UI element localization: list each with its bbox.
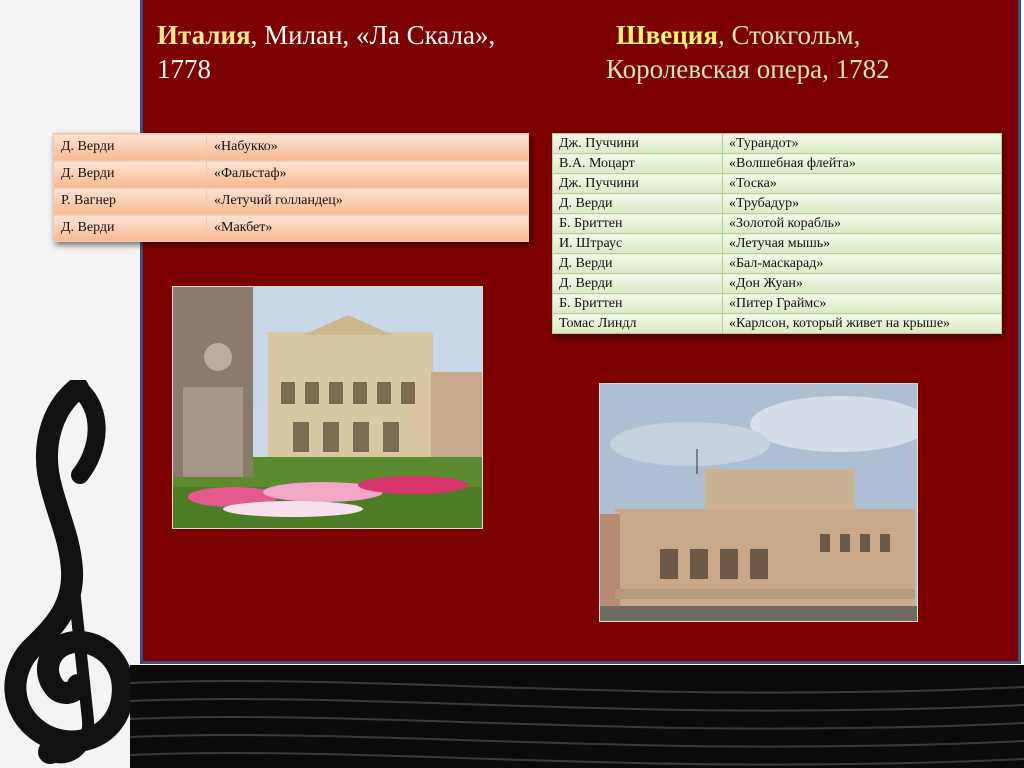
sweden-composer-cell: Б. Бриттен	[552, 293, 723, 314]
sweden-opera-cell: «Турандот»	[722, 133, 1002, 154]
sweden-row: Д. Верди «Трубадур»	[552, 193, 1002, 214]
title-italy-rest: , Милан, «Ла Скала»,	[250, 20, 496, 50]
sweden-composer-cell: Дж. Пуччини	[552, 133, 723, 154]
italy-row: Д. Верди «Макбет»	[53, 214, 529, 242]
sweden-row: Дж. Пуччини «Тоска»	[552, 173, 1002, 194]
country-italy: Италия	[157, 20, 251, 50]
sweden-composer-cell: Д. Верди	[552, 273, 723, 294]
sweden-opera-cell: «Питер Граймс»	[722, 293, 1002, 314]
italy-composer-cell: Р. Вагнер	[53, 187, 207, 215]
sweden-opera-table: Дж. Пуччини «Турандот» В.А. Моцарт «Волшебн…	[552, 133, 1002, 334]
sweden-row: В.А. Моцарт «Волшебная флейта»	[552, 153, 1002, 174]
sweden-composer-cell: Томас Линдл	[552, 313, 723, 334]
sweden-row: Д. Верди «Бал-маскарад»	[552, 253, 1002, 274]
sweden-composer-cell: И. Штраус	[552, 233, 723, 254]
italy-opera-cell: «Фальстаф»	[206, 160, 529, 188]
sweden-composer-cell: В.А. Моцарт	[552, 153, 723, 174]
sweden-opera-cell: «Тоска»	[722, 173, 1002, 194]
stockholm-royal-opera-photo	[599, 383, 918, 622]
sweden-opera-cell: «Золотой корабль»	[722, 213, 1002, 234]
italy-opera-cell: «Набукко»	[206, 133, 529, 161]
italy-row: Д. Верди «Фальстаф»	[53, 160, 529, 188]
sweden-opera-cell: «Карлсон, который живет на крыше»	[722, 313, 1002, 334]
sweden-opera-cell: «Бал-маскарад»	[722, 253, 1002, 274]
sweden-composer-cell: Д. Верди	[552, 193, 723, 214]
la-scala-photo	[172, 286, 483, 529]
italy-row: Р. Вагнер «Летучий голландец»	[53, 187, 529, 215]
sweden-composer-cell: Дж. Пуччини	[552, 173, 723, 194]
italy-opera-table: Д. Верди «Набукко» Д. Верди «Фальстаф» Р. Ва…	[53, 133, 529, 242]
italy-composer-cell: Д. Верди	[53, 160, 207, 188]
title-italy: Италия, Милан, «Ла Скала», 1778	[157, 18, 577, 86]
sweden-opera-cell: «Трубадур»	[722, 193, 1002, 214]
sweden-opera-cell: «Летучая мышь»	[722, 233, 1002, 254]
treble-clef-icon	[4, 380, 134, 764]
italy-opera-cell: «Летучий голландец»	[206, 187, 529, 215]
sweden-opera-cell: «Дон Жуан»	[722, 273, 1002, 294]
italy-composer-cell: Д. Верди	[53, 214, 207, 242]
title-sweden: Швеция, Стокгольм, Королевская опера, 17…	[606, 18, 1006, 86]
title-italy-year: 1778	[157, 54, 211, 84]
sweden-row: Д. Верди «Дон Жуан»	[552, 273, 1002, 294]
italy-opera-cell: «Макбет»	[206, 214, 529, 242]
sweden-row: Дж. Пуччини «Турандот»	[552, 133, 1002, 154]
italy-row: Д. Верди «Набукко»	[53, 133, 529, 161]
sweden-composer-cell: Д. Верди	[552, 253, 723, 274]
sweden-opera-cell: «Волшебная флейта»	[722, 153, 1002, 174]
country-sweden: Швеция	[616, 20, 718, 50]
music-staff-band	[130, 665, 1024, 768]
sweden-row: И. Штраус «Летучая мышь»	[552, 233, 1002, 254]
sweden-row: Томас Линдл «Карлсон, который живет на кр…	[552, 313, 1002, 334]
title-sweden-line2: Королевская опера, 1782	[606, 54, 890, 84]
title-sweden-rest: , Стокгольм,	[717, 20, 861, 50]
italy-composer-cell: Д. Верди	[53, 133, 207, 161]
sweden-row: Б. Бриттен «Питер Граймс»	[552, 293, 1002, 314]
sweden-row: Б. Бриттен «Золотой корабль»	[552, 213, 1002, 234]
sweden-composer-cell: Б. Бриттен	[552, 213, 723, 234]
